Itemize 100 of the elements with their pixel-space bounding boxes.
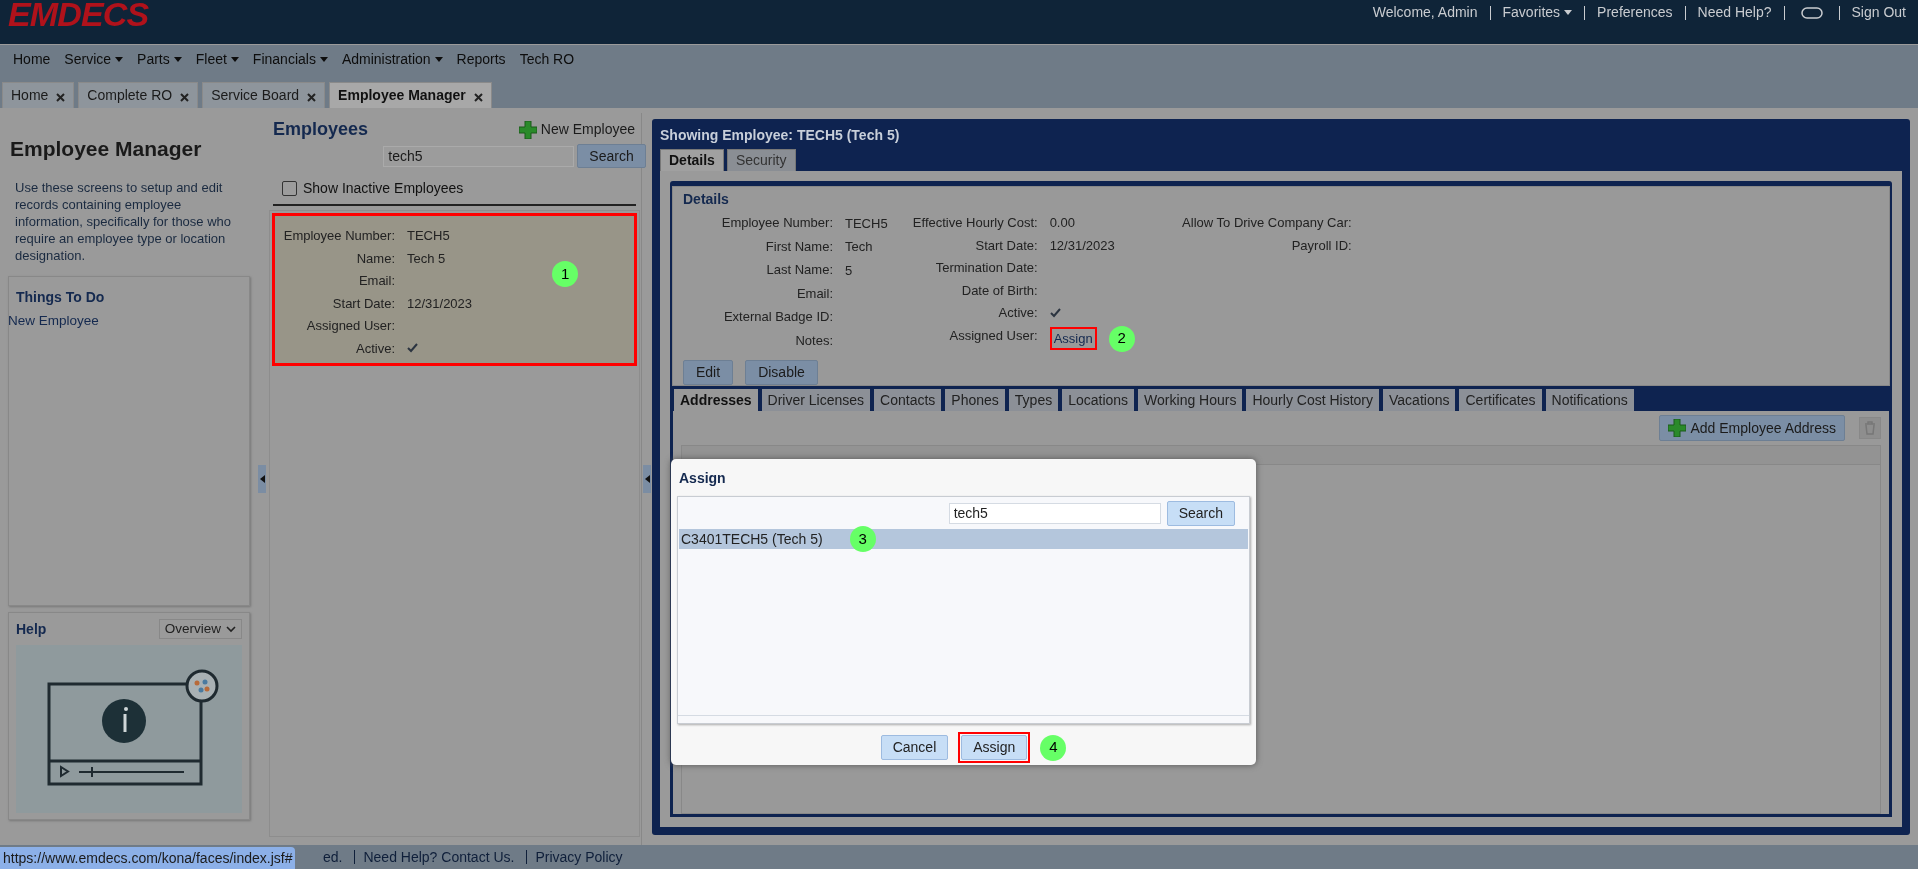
cancel-button[interactable]: Cancel — [880, 735, 949, 760]
field-value: 12/31/2023 — [407, 294, 473, 313]
step-marker: 2 — [1108, 325, 1135, 352]
field-value: Tech — [845, 238, 873, 257]
field-label: Employee Number: — [720, 214, 833, 232]
page-tab[interactable]: Employee Manager — [329, 82, 492, 108]
field-value: 0.00 — [1049, 214, 1075, 232]
field-label: Name: — [355, 249, 395, 268]
search-field[interactable]: tech5 — [948, 502, 1161, 524]
caret-icon — [1564, 10, 1573, 15]
toggle-icon[interactable] — [1800, 6, 1823, 19]
field-label: Last Name: — [765, 261, 833, 280]
field-value: 5 — [845, 261, 853, 280]
menu-item[interactable]: Home — [13, 48, 51, 70]
step-marker: 3 — [849, 526, 876, 552]
search-button[interactable]: Search — [1166, 500, 1235, 526]
menu-item[interactable]: Administration — [341, 48, 443, 70]
checkbox[interactable] — [282, 181, 297, 196]
menu-item[interactable]: Tech RO — [519, 48, 575, 70]
status-url-tooltip: https://www.emdecs.com/kona/faces/index.jsf# — [0, 847, 296, 869]
new-employee-button[interactable]: New Employee — [518, 119, 635, 140]
close-icon[interactable] — [473, 93, 483, 102]
add-address-button[interactable]: Add Employee Address — [1659, 415, 1845, 441]
field-label: Termination Date: — [934, 259, 1038, 277]
dialog-title: Assign — [679, 469, 727, 488]
field-label: Assigned User: — [948, 326, 1038, 345]
collapse-handle[interactable] — [643, 465, 651, 493]
field-label: Assigned User: — [305, 317, 395, 335]
page-title: Employee Manager — [10, 136, 203, 162]
menu-item[interactable]: Reports — [456, 48, 506, 70]
copyright-text: ed. — [323, 847, 343, 867]
detail-tab[interactable]: Details — [660, 149, 724, 171]
field-label: Start Date: — [331, 294, 395, 313]
section-tab[interactable]: Contacts — [874, 389, 942, 411]
panel-title: Things To Do — [16, 287, 106, 307]
header-link[interactable]: Favorites — [1502, 2, 1573, 23]
step-marker: 4 — [1040, 734, 1067, 761]
field-value: Tech 5 — [407, 249, 446, 268]
section-tab[interactable]: Driver Licenses — [761, 389, 871, 411]
section-tab[interactable]: Working Hours — [1138, 389, 1243, 411]
field-label: First Name: — [764, 237, 833, 256]
section-tab[interactable]: Hourly Cost History — [1246, 389, 1380, 411]
menu-item[interactable]: Fleet — [195, 48, 239, 70]
plus-icon — [1668, 419, 1687, 437]
menu-item[interactable]: Service — [64, 48, 124, 70]
section-title: Details — [683, 190, 730, 209]
employee-card[interactable]: Employee Number: TECH5 Name: Tech 5 Email: Start Date: 12/31/2023 Assigned User: Active: 1 — [272, 213, 637, 366]
detail-tab[interactable]: Security — [726, 149, 796, 171]
field-label: Active: — [997, 304, 1038, 322]
disable-button[interactable]: Disable — [745, 359, 818, 385]
close-icon[interactable] — [56, 93, 66, 102]
section-tab[interactable]: Vacations — [1383, 389, 1456, 411]
assign-button[interactable]: Assign — [961, 735, 1028, 760]
close-icon[interactable] — [180, 93, 190, 102]
field-label: Email: — [795, 284, 833, 303]
field-label: Active: — [355, 339, 395, 358]
todo-link[interactable]: New Employee — [8, 310, 249, 331]
detail-title: Showing Employee: TECH5 (Tech 5) — [660, 126, 901, 145]
page-tab[interactable]: Home — [2, 82, 75, 108]
plus-icon — [518, 120, 537, 139]
field-value: TECH5 — [845, 214, 888, 233]
checkbox-label: Show Inactive Employees — [303, 179, 464, 198]
field-value: 12/31/2023 — [1049, 236, 1115, 255]
section-tab[interactable]: Addresses — [674, 389, 758, 411]
field-label: Start Date: — [974, 236, 1038, 255]
description-text: Use these screens to setup and edit records containing employee information, specifically for those who require an employee type or location designation. — [14, 178, 233, 264]
field-label: Payroll ID: — [1290, 236, 1352, 255]
field-label: Employee Number: — [282, 227, 395, 245]
edit-button[interactable]: Edit — [683, 359, 734, 385]
footer-link[interactable]: Privacy Policy — [535, 846, 623, 868]
menu-item[interactable]: Parts — [137, 48, 182, 70]
field-value: TECH5 — [407, 227, 450, 245]
field-label: Date of Birth: — [960, 281, 1038, 300]
help-topic-dropdown[interactable]: Overview — [158, 619, 242, 639]
section-tab[interactable]: Phones — [945, 389, 1005, 411]
search-button[interactable]: Search — [577, 144, 646, 168]
chevron-down-icon — [226, 625, 236, 633]
help-video-drawing[interactable] — [16, 644, 242, 813]
section-tab[interactable]: Locations — [1062, 389, 1135, 411]
section-title: Employees — [273, 118, 369, 141]
page-tab[interactable]: Service Board — [202, 82, 326, 108]
section-tab[interactable]: Notifications — [1545, 389, 1634, 411]
step-marker: 1 — [552, 261, 579, 287]
footer-link[interactable]: Need Help? Contact Us. — [363, 846, 515, 868]
user-row[interactable]: C3401TECH5 (Tech 5) 3 — [679, 529, 1248, 549]
header-link[interactable]: Need Help? — [1697, 2, 1772, 23]
section-tab[interactable]: Types — [1008, 389, 1059, 411]
field-label: External Badge ID: — [722, 308, 833, 327]
section-tab[interactable]: Certificates — [1459, 389, 1542, 411]
header-link[interactable]: Sign Out — [1851, 2, 1906, 23]
close-icon[interactable] — [307, 93, 317, 102]
field-label: Allow To Drive Company Car: — [1181, 214, 1352, 232]
field-label: Notes: — [794, 331, 833, 350]
welcome-text: Welcome, Admin — [1372, 3, 1478, 22]
menu-item[interactable]: Financials — [252, 48, 328, 70]
page-tab[interactable]: Complete RO — [78, 82, 199, 108]
field-label: Effective Hourly Cost: — [911, 214, 1038, 232]
search-field[interactable]: tech5 — [383, 145, 575, 167]
collapse-handle[interactable] — [258, 465, 266, 493]
header-link[interactable]: Preferences — [1597, 2, 1673, 23]
